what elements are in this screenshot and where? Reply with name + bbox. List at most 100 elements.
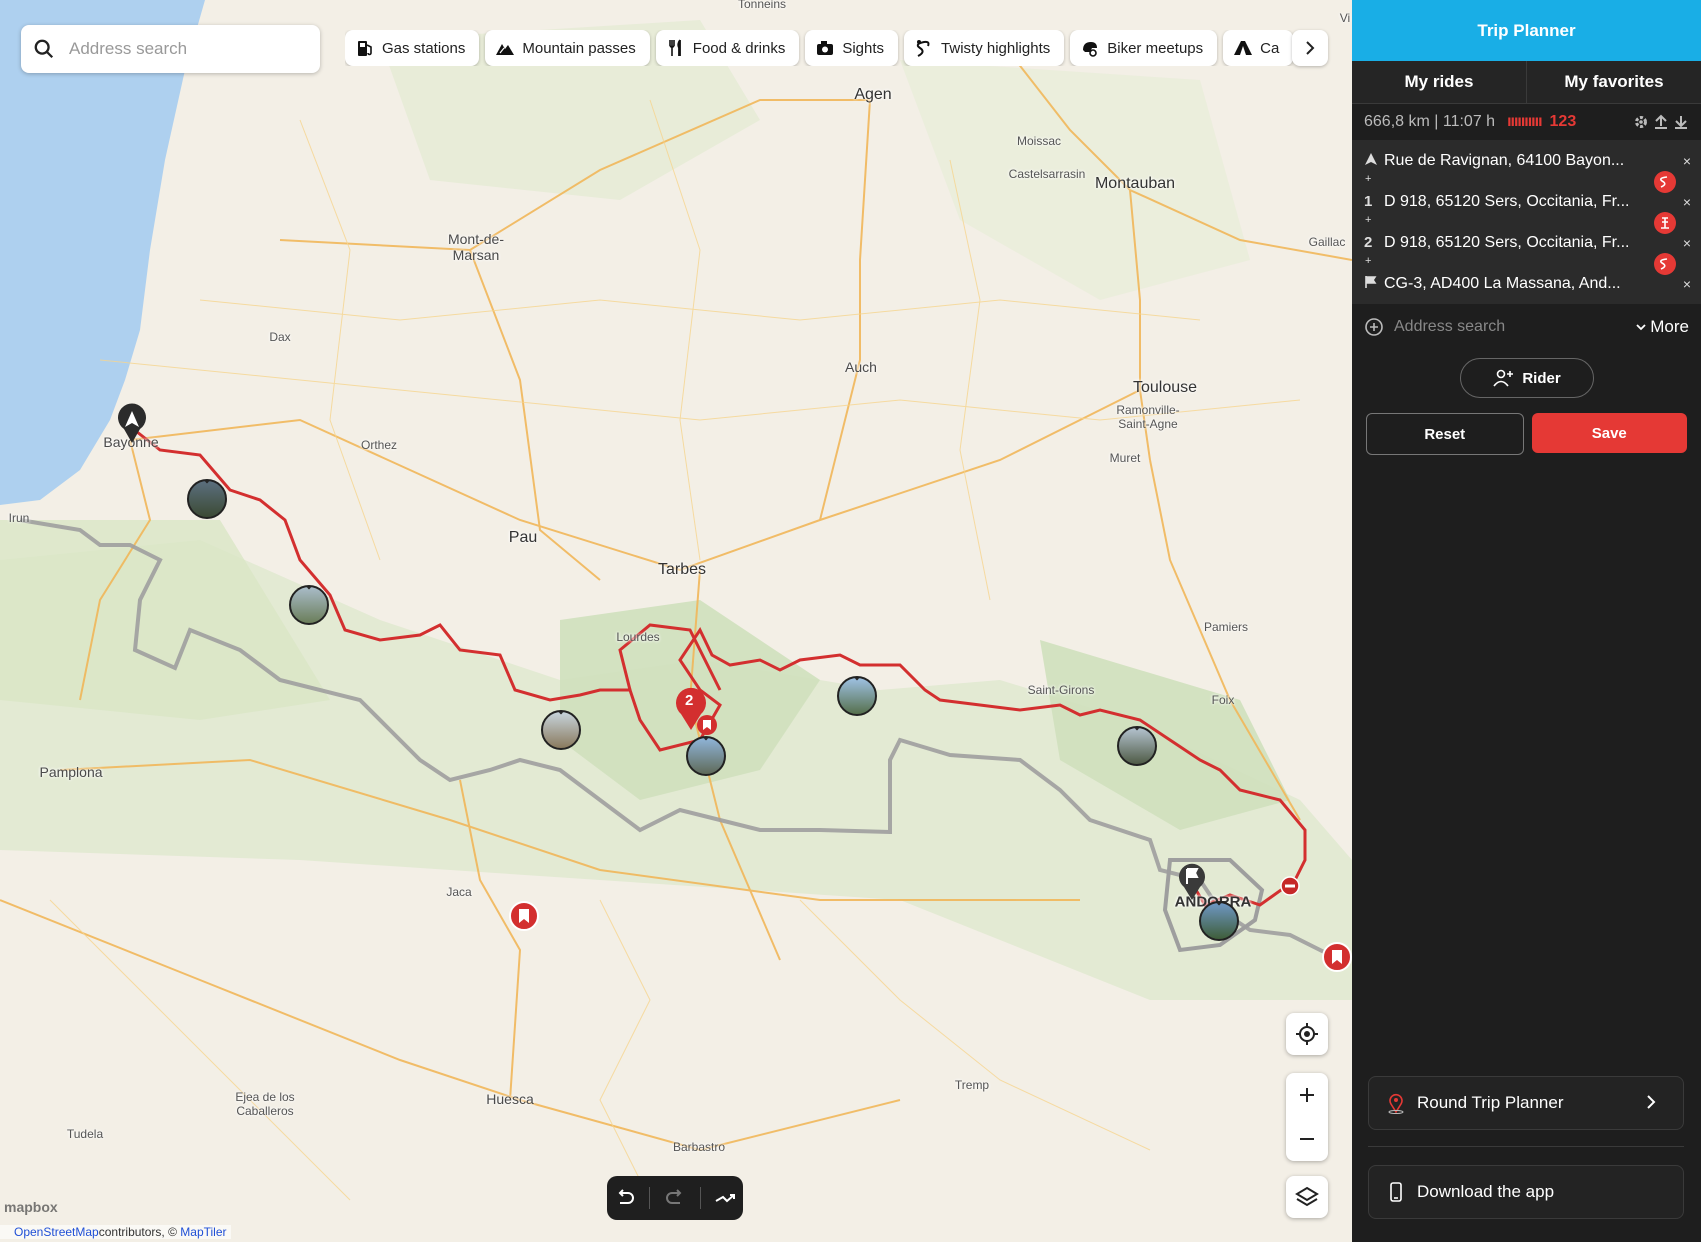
waypoint-address: CG-3, AD400 La Massana, And... — [1384, 274, 1621, 292]
save-button[interactable]: Save — [1531, 413, 1687, 453]
place-jaca: Jaca — [446, 885, 472, 899]
place-saint-girons: Saint-Girons — [1027, 683, 1095, 697]
category-filter-bar: Gas stations Mountain passes Food & drin… — [345, 30, 1327, 66]
remove-waypoint-button[interactable]: × — [1683, 153, 1691, 169]
place-lourdes: Lourdes — [616, 630, 660, 644]
more-label: More — [1650, 317, 1689, 336]
tab-my-favorites[interactable]: My favorites — [1527, 61, 1701, 103]
upload-icon[interactable] — [1653, 114, 1669, 130]
download-icon[interactable] — [1673, 114, 1689, 130]
plus-icon — [1300, 1088, 1314, 1102]
place-tarbes: Tarbes — [657, 561, 707, 578]
download-app-button[interactable]: Download the app — [1368, 1165, 1684, 1219]
remove-waypoint-button[interactable]: × — [1683, 194, 1691, 210]
route-stats: 666,8 km | 11:07 h ıııııııııı 123 — [1352, 104, 1701, 140]
place-huesca: Huesca — [486, 1091, 534, 1107]
place-toulouse: Toulouse — [1132, 379, 1198, 396]
layers-icon — [1295, 1186, 1319, 1207]
cluster-count: 2 — [685, 692, 694, 709]
start-marker-icon[interactable] — [116, 403, 148, 443]
poi-photo-marker[interactable] — [541, 710, 581, 750]
chip-mountain-passes[interactable]: Mountain passes — [485, 30, 650, 66]
download-app-label: Download the app — [1417, 1182, 1555, 1201]
waypoint-start[interactable]: Rue de Ravignan, 64100 Bayon... × — [1352, 140, 1701, 181]
phone-icon — [1390, 1182, 1402, 1202]
curviness-score: 123 — [1549, 113, 1577, 130]
biker-icon — [1083, 42, 1098, 57]
waypoint-address: D 918, 65120 Sers, Occitania, Fr... — [1384, 192, 1630, 210]
chip-twisty-highlights[interactable]: Twisty highlights — [904, 30, 1065, 66]
chip-camping[interactable]: Ca — [1223, 30, 1294, 66]
tab-my-rides[interactable]: My rides — [1352, 61, 1527, 103]
poi-photo-marker[interactable] — [1117, 726, 1157, 766]
poi-photo-marker[interactable] — [187, 479, 227, 519]
remove-waypoint-button[interactable]: × — [1683, 235, 1691, 251]
waypoint-destination[interactable]: CG-3, AD400 La Massana, And... × — [1352, 263, 1701, 304]
place-tremp: Tremp — [954, 1078, 990, 1092]
chip-label: Gas stations — [382, 39, 466, 57]
chip-food-drinks[interactable]: Food & drinks — [655, 30, 800, 66]
add-user-icon — [1493, 369, 1514, 387]
minus-icon — [1300, 1138, 1314, 1140]
chip-label: Ca — [1260, 39, 1280, 57]
place-castelsarrasin: Castelsarrasin — [1008, 167, 1086, 181]
camera-icon — [817, 41, 834, 55]
poi-photo-marker[interactable] — [686, 736, 726, 776]
trip-planner-panel: Trip Planner My rides My favorites 666,8… — [1352, 0, 1701, 1242]
add-waypoint-row[interactable]: Address search More — [1352, 304, 1701, 350]
reset-button[interactable]: Reset — [1366, 413, 1524, 455]
chip-label: Food & drinks — [692, 39, 786, 57]
gear-icon[interactable] — [1633, 114, 1649, 130]
add-circle-icon — [1365, 318, 1383, 336]
map-view[interactable]: Tonneins Agen Moissac Castelsarrasin Mon… — [0, 0, 1352, 1242]
waypoint-1[interactable]: 1 D 918, 65120 Sers, Occitania, Fr... × — [1352, 181, 1701, 222]
finish-flag-marker-icon[interactable] — [1177, 862, 1207, 900]
mapbox-logo: mapbox — [4, 1199, 58, 1215]
place-foix: Foix — [1211, 693, 1235, 707]
gas-station-icon — [358, 41, 372, 56]
action-buttons: Reset Save — [1352, 413, 1701, 455]
add-rider-button[interactable]: Rider — [1459, 358, 1594, 398]
bookmark-marker-icon[interactable] — [697, 715, 717, 735]
maptiler-link[interactable]: MapTiler — [180, 1225, 226, 1239]
round-trip-planner-button[interactable]: Round Trip Planner — [1368, 1076, 1684, 1130]
reverse-route-icon[interactable] — [714, 1187, 736, 1209]
place-tudela: Tudela — [66, 1127, 104, 1141]
bookmark-marker-icon[interactable] — [509, 901, 539, 931]
add-waypoint-input[interactable]: Address search — [1394, 318, 1505, 336]
attribution-text: contributors, © — [98, 1225, 177, 1239]
place-ejea: Ejea de los Caballeros — [235, 1090, 295, 1118]
location-pin-icon — [1388, 1093, 1404, 1114]
map-layers-button[interactable] — [1286, 1176, 1328, 1218]
place-auch: Auch — [845, 359, 877, 375]
undo-icon[interactable] — [614, 1187, 636, 1209]
place-dax: Dax — [269, 330, 291, 344]
mountain-icon — [496, 44, 515, 55]
chip-biker-meetups[interactable]: Biker meetups — [1070, 30, 1218, 66]
zoom-in-button[interactable] — [1286, 1073, 1328, 1117]
map-search-box[interactable]: Address search — [21, 25, 320, 73]
chip-sights[interactable]: Sights — [805, 30, 899, 66]
bookmark-marker-icon[interactable] — [1322, 942, 1352, 972]
poi-photo-marker[interactable] — [1199, 901, 1239, 941]
chips-next-button[interactable] — [1292, 30, 1328, 66]
chevron-down-icon — [1635, 324, 1646, 331]
remove-waypoint-button[interactable]: × — [1683, 276, 1691, 292]
divider — [699, 1187, 701, 1209]
osm-link[interactable]: OpenStreetMap — [14, 1225, 99, 1239]
chevron-right-icon — [1645, 1093, 1667, 1114]
no-entry-icon[interactable] — [1280, 876, 1300, 896]
more-button[interactable]: More — [1635, 317, 1689, 337]
zoom-control — [1286, 1073, 1328, 1161]
redo-icon[interactable] — [664, 1187, 686, 1209]
place-barbastro: Barbastro — [672, 1140, 726, 1154]
waypoint-2[interactable]: 2 D 918, 65120 Sers, Occitania, Fr... × — [1352, 222, 1701, 263]
chip-gas-stations[interactable]: Gas stations — [345, 30, 480, 66]
locate-button[interactable] — [1286, 1013, 1328, 1055]
zoom-out-button[interactable] — [1286, 1117, 1328, 1161]
poi-photo-marker[interactable] — [289, 585, 329, 625]
place-orthez: Orthez — [360, 438, 398, 452]
chip-label: Twisty highlights — [941, 39, 1051, 57]
poi-photo-marker[interactable] — [837, 676, 877, 716]
divider — [1368, 1146, 1684, 1147]
